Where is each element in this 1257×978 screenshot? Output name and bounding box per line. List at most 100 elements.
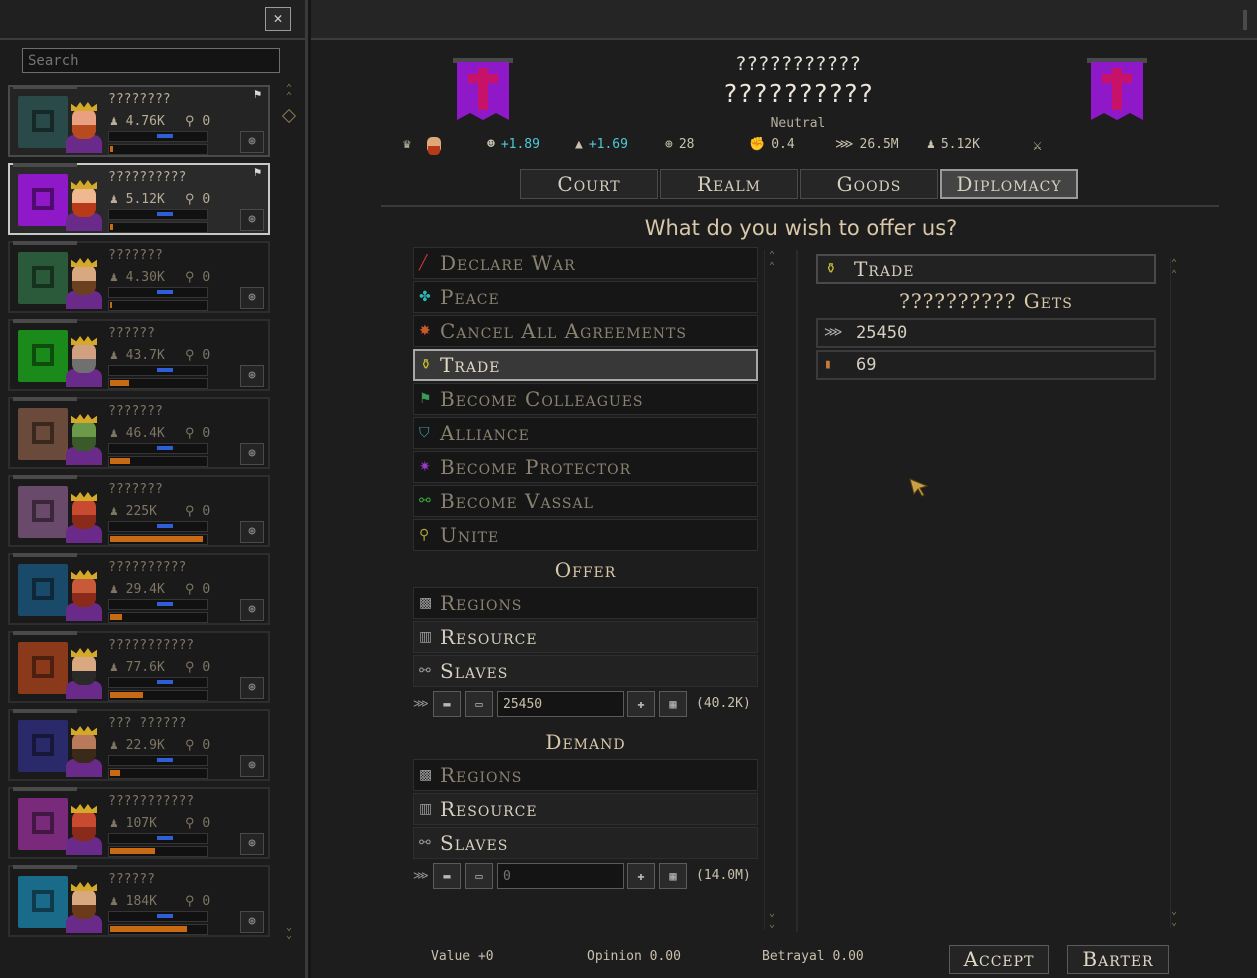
realm-list-item[interactable]: ???????? ♟ 4.76K ⚲ 0 ⊛ ⚑ — [8, 85, 270, 157]
offer-slaves[interactable]: ⚯ Slaves — [413, 655, 758, 687]
option-label: Peace — [440, 285, 500, 309]
demand-item-label: Resource — [440, 797, 538, 821]
realm-military-value: 0 — [202, 660, 211, 675]
realm-population-value: 4.30K — [125, 270, 165, 285]
realm-list-item[interactable]: ??????? ♟ 225K ⚲ 0 ⊛ — [8, 475, 270, 547]
realm-population: ♟ 107K — [110, 816, 157, 831]
option-cancel-all-agreements[interactable]: ✸ Cancel All Agreements — [413, 315, 758, 347]
target-button[interactable]: ⊛ — [240, 833, 264, 855]
realm-military: ⚲ 0 — [185, 192, 210, 207]
realm-name: ??????? — [108, 482, 163, 497]
realm-population: ♟ 46.4K — [110, 426, 165, 441]
realm-list-item[interactable]: ?????????? ♟ 29.4K ⚲ 0 ⊛ — [8, 553, 270, 625]
realm-tab — [13, 709, 77, 713]
ruler-portrait-icon — [63, 179, 105, 231]
stat-value: 28 — [678, 137, 695, 152]
ruler-portrait-icon — [63, 881, 105, 933]
decrease-large-button[interactable]: ▬ — [433, 863, 461, 889]
realm-list-item[interactable]: ??? ?????? ♟ 22.9K ⚲ 0 ⊛ — [8, 709, 270, 781]
target-button[interactable]: ⊛ — [240, 131, 264, 153]
option-peace[interactable]: ✤ Peace — [413, 281, 758, 313]
realm-population-value: 225K — [125, 504, 157, 519]
realm-crest-icon — [18, 330, 68, 382]
option-label: Unite — [440, 523, 500, 547]
face-icon: ☻ — [487, 137, 495, 152]
option-trade[interactable]: ⚱ Trade — [413, 349, 758, 381]
realm-military: ⚲ 0 — [185, 270, 210, 285]
target-button[interactable]: ⊛ — [240, 209, 264, 231]
demand-regions[interactable]: ▩ Regions — [413, 759, 758, 791]
deal-betrayal: Betrayal 0.00 — [762, 949, 864, 964]
target-button[interactable]: ⊛ — [240, 599, 264, 621]
accept-button[interactable]: Accept — [949, 945, 1049, 974]
option-unite[interactable]: ⚲ Unite — [413, 519, 758, 551]
realm-list-item[interactable]: ??????????? ♟ 77.6K ⚲ 0 ⊛ — [8, 631, 270, 703]
realm-list-item[interactable]: ??????? ♟ 46.4K ⚲ 0 ⊛ — [8, 397, 270, 469]
tab-court[interactable]: Court — [520, 169, 658, 199]
target-button[interactable]: ⊛ — [240, 911, 264, 933]
target-button[interactable]: ⊛ — [240, 365, 264, 387]
target-button[interactable]: ⊛ — [240, 443, 264, 465]
banner-icon: ⚲ — [185, 816, 203, 831]
realm-crest-icon — [18, 798, 68, 850]
demand-resource[interactable]: ▥ Resource — [413, 793, 758, 825]
offer-regions[interactable]: ▩ Regions — [413, 587, 758, 619]
realm-population-bar — [108, 768, 208, 779]
increase-button[interactable]: ✚ — [627, 863, 655, 889]
target-button[interactable]: ⊛ — [240, 755, 264, 777]
scroll-down-icon[interactable]: ⌄ ⌄ — [283, 923, 295, 941]
option-declare-war[interactable]: ╱ Declare War — [413, 247, 758, 279]
realm-list-item[interactable]: ??????? ♟ 4.30K ⚲ 0 ⊛ — [8, 241, 270, 313]
tab-realm[interactable]: Realm — [660, 169, 798, 199]
crown-icon: ♛ — [403, 137, 411, 152]
deal-summary: ⚱ Trade ?????????? Gets ⋙ 25450 ▮ 69 — [816, 254, 1156, 382]
option-become-colleagues[interactable]: ⚑ Become Colleagues — [413, 383, 758, 415]
realm-title: ?????????? — [722, 79, 874, 108]
increase-max-button[interactable]: ▦ — [659, 863, 687, 889]
barter-button[interactable]: Barter — [1067, 945, 1169, 974]
realm-military-value: 0 — [202, 270, 211, 285]
realm-population: ♟ 43.7K — [110, 348, 165, 363]
scroll-down-icon[interactable]: ⌄ ⌄ — [1171, 906, 1177, 928]
realm-list-item[interactable]: ?????? ♟ 43.7K ⚲ 0 ⊛ — [8, 319, 270, 391]
decrease-button[interactable]: ▭ — [465, 691, 493, 717]
ruler-portrait-icon[interactable] — [425, 134, 443, 156]
scroll-up-icon[interactable]: ⌃ ⌃ — [283, 84, 295, 102]
chain-icon: ⚯ — [419, 493, 432, 509]
offer-resource[interactable]: ▥ Resource — [413, 621, 758, 653]
offer-amount-input[interactable] — [497, 691, 624, 717]
demand-slaves[interactable]: ⚯ Slaves — [413, 827, 758, 859]
option-alliance[interactable]: ⛉ Alliance — [413, 417, 758, 449]
tab-diplomacy[interactable]: Diplomacy — [940, 169, 1078, 199]
scroll-up-icon[interactable]: ⌃ ⌃ — [767, 250, 777, 272]
decrease-large-button[interactable]: ▬ — [433, 691, 461, 717]
decrease-button[interactable]: ▭ — [465, 863, 493, 889]
search-input[interactable] — [22, 48, 280, 73]
scroll-up-icon[interactable]: ⌃ ⌃ — [1171, 258, 1177, 280]
deal-scrollbar[interactable]: ⌃ ⌃ ⌄ ⌄ — [1170, 258, 1181, 928]
ruler-portrait-icon — [63, 725, 105, 777]
scroll-thumb[interactable] — [281, 108, 297, 124]
mouse-cursor-icon — [909, 478, 929, 497]
realm-military: ⚲ 0 — [185, 582, 210, 597]
option-become-protector[interactable]: ✷ Become Protector — [413, 451, 758, 483]
realm-list-scrollbar[interactable]: ⌃ ⌃ ⌄ ⌄ — [281, 84, 297, 941]
target-button[interactable]: ⊛ — [240, 677, 264, 699]
target-button[interactable]: ⊛ — [240, 521, 264, 543]
target-button[interactable]: ⊛ — [240, 287, 264, 309]
close-button[interactable]: ✕ — [265, 7, 291, 31]
realm-list-item[interactable]: ?????? ♟ 184K ⚲ 0 ⊛ — [8, 865, 270, 937]
increase-button[interactable]: ✚ — [627, 691, 655, 717]
realm-name: ??????????? — [108, 638, 195, 653]
option-become-vassal[interactable]: ⚯ Become Vassal — [413, 485, 758, 517]
options-scrollbar[interactable]: ⌃ ⌃ ⌄ ⌄ — [764, 250, 775, 930]
stat-value: 26.5M — [859, 137, 899, 152]
realm-crest-icon — [18, 564, 68, 616]
increase-max-button[interactable]: ▦ — [659, 691, 687, 717]
realm-list-item[interactable]: ??????????? ♟ 107K ⚲ 0 ⊛ — [8, 787, 270, 859]
tab-goods[interactable]: Goods — [800, 169, 938, 199]
scroll-down-icon[interactable]: ⌄ ⌄ — [767, 908, 777, 930]
demand-amount-input[interactable] — [497, 863, 624, 889]
realm-list-item[interactable]: ?????????? ♟ 5.12K ⚲ 0 ⊛ ⚑ — [8, 163, 270, 235]
diplomacy-window: ??????????? ?????????? Neutral ♛ ☻ +1.89 ▲… — [311, 0, 1257, 978]
